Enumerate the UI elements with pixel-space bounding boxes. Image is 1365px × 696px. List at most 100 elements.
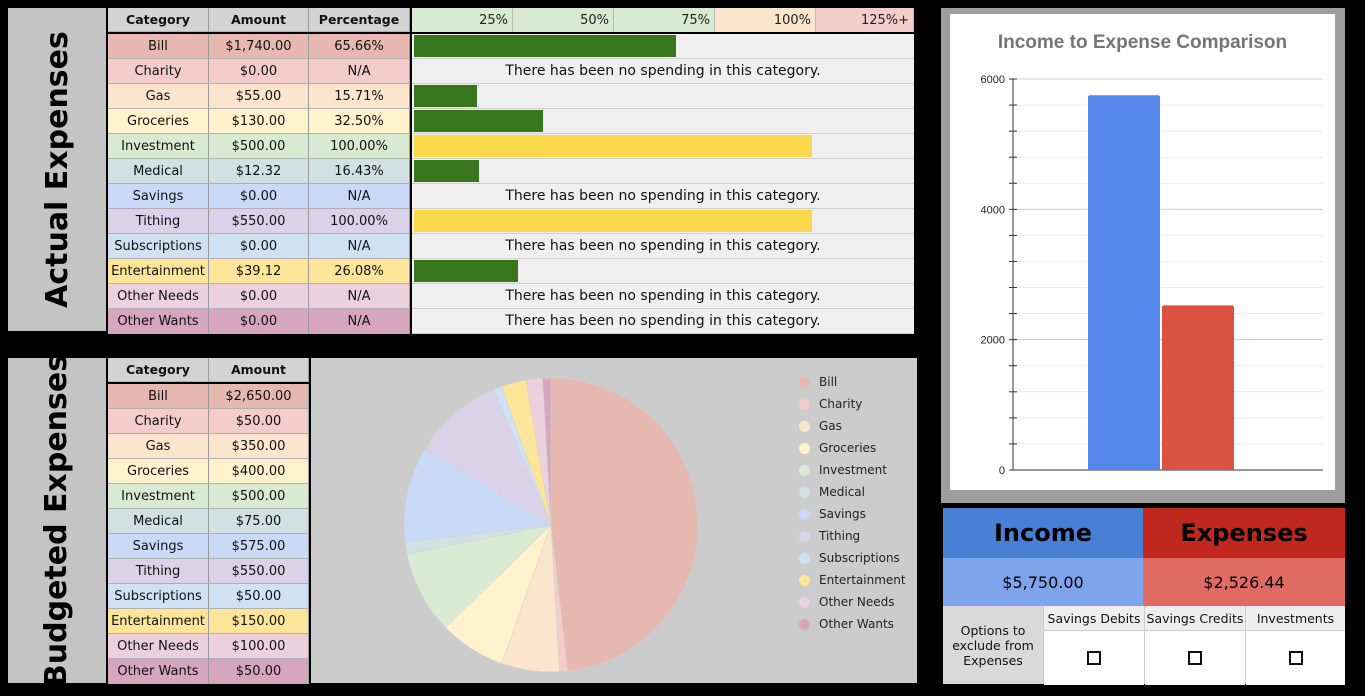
actual-expenses-label: Actual Expenses bbox=[8, 8, 106, 331]
percentage-cell: 32.50% bbox=[309, 109, 410, 134]
category-cell: Medical bbox=[108, 159, 209, 184]
legend-label: Charity bbox=[819, 397, 863, 411]
amount-cell: $0.00 bbox=[209, 184, 309, 209]
comparison-chart-frame: Income to Expense Comparison 0 2000 4000 60… bbox=[941, 8, 1345, 503]
amount-cell: $75.00 bbox=[209, 509, 309, 534]
exclude-option: Investments bbox=[1245, 606, 1345, 685]
comparison-chart: Income to Expense Comparison 0 2000 4000 60… bbox=[950, 14, 1335, 490]
table-row: Groceries $130.00 32.50% bbox=[108, 109, 410, 134]
category-cell: Entertainment bbox=[108, 609, 209, 634]
progress-row bbox=[412, 259, 914, 284]
legend-item: Gas bbox=[799, 415, 906, 437]
expenses-header: Expenses bbox=[1143, 508, 1345, 558]
progress-bar bbox=[414, 160, 480, 182]
actual-expenses-table: Category Amount Percentage Bill $1,740.00… bbox=[108, 8, 410, 334]
category-cell: Other Needs bbox=[108, 634, 209, 659]
legend-label: Other Wants bbox=[819, 617, 894, 631]
legend-swatch bbox=[799, 420, 810, 432]
amount-cell: $500.00 bbox=[209, 484, 309, 509]
amount-cell: $55.00 bbox=[209, 84, 309, 109]
amount-cell: $50.00 bbox=[209, 409, 309, 434]
category-cell: Entertainment bbox=[108, 259, 209, 284]
category-cell: Charity bbox=[108, 59, 209, 84]
budgeted-header-amount: Amount bbox=[209, 358, 309, 382]
amount-cell: $0.00 bbox=[209, 234, 309, 259]
category-cell: Other Wants bbox=[108, 659, 209, 684]
progress-row bbox=[412, 209, 914, 234]
exclude-option-label: Savings Credits bbox=[1145, 606, 1245, 631]
legend-item: Tithing bbox=[799, 525, 906, 547]
legend-swatch bbox=[799, 376, 810, 388]
actual-progress-area: 25% 50% 75% 100% 125%+ There has been no spe… bbox=[412, 8, 914, 334]
pie-legend: Bill Charity Gas Groceries Investment Medical… bbox=[799, 371, 906, 635]
amount-cell: $39.12 bbox=[209, 259, 309, 284]
exclude-checkbox[interactable] bbox=[1188, 651, 1202, 665]
legend-swatch bbox=[799, 596, 810, 608]
table-row: Bill $1,740.00 65.66% bbox=[108, 34, 410, 59]
category-cell: Other Needs bbox=[108, 284, 209, 309]
budgeted-header-category: Category bbox=[108, 358, 209, 382]
amount-cell: $100.00 bbox=[209, 634, 309, 659]
amount-cell: $550.00 bbox=[209, 209, 309, 234]
progress-row bbox=[412, 109, 914, 134]
progress-bar bbox=[414, 85, 477, 107]
legend-swatch bbox=[799, 442, 810, 454]
percentage-cell: 26.08% bbox=[309, 259, 410, 284]
legend-label: Savings bbox=[819, 507, 866, 521]
category-cell: Other Wants bbox=[108, 309, 209, 334]
legend-swatch bbox=[799, 464, 810, 476]
category-cell: Subscriptions bbox=[108, 234, 209, 259]
budgeted-expenses-label: Budgeted Expenses bbox=[8, 354, 106, 687]
budget-pie-panel: Bill Charity Gas Groceries Investment Medical… bbox=[311, 358, 917, 683]
table-row: Investment $500.00 100.00% bbox=[108, 134, 410, 159]
category-cell: Tithing bbox=[108, 559, 209, 584]
options-label: Options to exclude from Expenses bbox=[943, 606, 1043, 684]
actual-header-category: Category bbox=[108, 8, 209, 32]
percentage-cell: 100.00% bbox=[309, 134, 410, 159]
legend-swatch bbox=[799, 486, 810, 498]
table-row: Gas $55.00 15.71% bbox=[108, 84, 410, 109]
y-tick-label: 4000 bbox=[981, 204, 1005, 216]
y-tick-label: 0 bbox=[999, 465, 1005, 477]
expenses-header-label: Expenses bbox=[1180, 519, 1308, 547]
amount-cell: $50.00 bbox=[209, 584, 309, 609]
comparison-bar-chart: 0 2000 4000 6000 bbox=[981, 74, 1323, 477]
category-cell: Groceries bbox=[108, 109, 209, 134]
exclude-checkbox[interactable] bbox=[1288, 651, 1303, 665]
legend-swatch bbox=[799, 574, 810, 586]
legend-item: Charity bbox=[799, 393, 906, 415]
progress-bar bbox=[414, 35, 676, 57]
table-row: Gas $350.00 bbox=[108, 434, 309, 459]
progress-row: There has been no spending in this categ… bbox=[412, 184, 914, 209]
table-row: Subscriptions $0.00 N/A bbox=[108, 234, 410, 259]
category-cell: Bill bbox=[108, 34, 209, 59]
no-spending-message: There has been no spending in this categ… bbox=[505, 188, 821, 204]
legend-label: Other Needs bbox=[819, 595, 895, 609]
legend-swatch bbox=[799, 398, 810, 410]
progress-bar bbox=[414, 110, 544, 132]
percentage-cell: 100.00% bbox=[309, 209, 410, 234]
legend-item: Investment bbox=[799, 459, 906, 481]
percentage-cell: 65.66% bbox=[309, 34, 410, 59]
legend-label: Tithing bbox=[819, 529, 861, 543]
legend-label: Groceries bbox=[819, 441, 877, 455]
budget-pie-chart bbox=[403, 377, 699, 673]
progress-row bbox=[412, 134, 914, 159]
exclude-checkbox[interactable] bbox=[1087, 651, 1101, 665]
category-cell: Groceries bbox=[108, 459, 209, 484]
amount-cell: $2,650.00 bbox=[209, 384, 309, 409]
budgeted-expenses-table: Category Amount Bill $2,650.00 Charity $50.… bbox=[108, 358, 309, 684]
progress-bar bbox=[414, 260, 518, 282]
amount-cell: $0.00 bbox=[209, 59, 309, 84]
amount-cell: $550.00 bbox=[209, 559, 309, 584]
no-spending-message: There has been no spending in this categ… bbox=[505, 288, 821, 304]
amount-cell: $12.32 bbox=[209, 159, 309, 184]
category-cell: Investment bbox=[108, 484, 209, 509]
percentage-cell: 16.43% bbox=[309, 159, 410, 184]
progress-row: There has been no spending in this categ… bbox=[412, 234, 914, 259]
scale-label: 25% bbox=[412, 8, 513, 32]
progress-row bbox=[412, 84, 914, 109]
exclude-option: Savings Credits bbox=[1144, 606, 1245, 685]
table-row: Charity $50.00 bbox=[108, 409, 309, 434]
percentage-cell: 15.71% bbox=[309, 84, 410, 109]
